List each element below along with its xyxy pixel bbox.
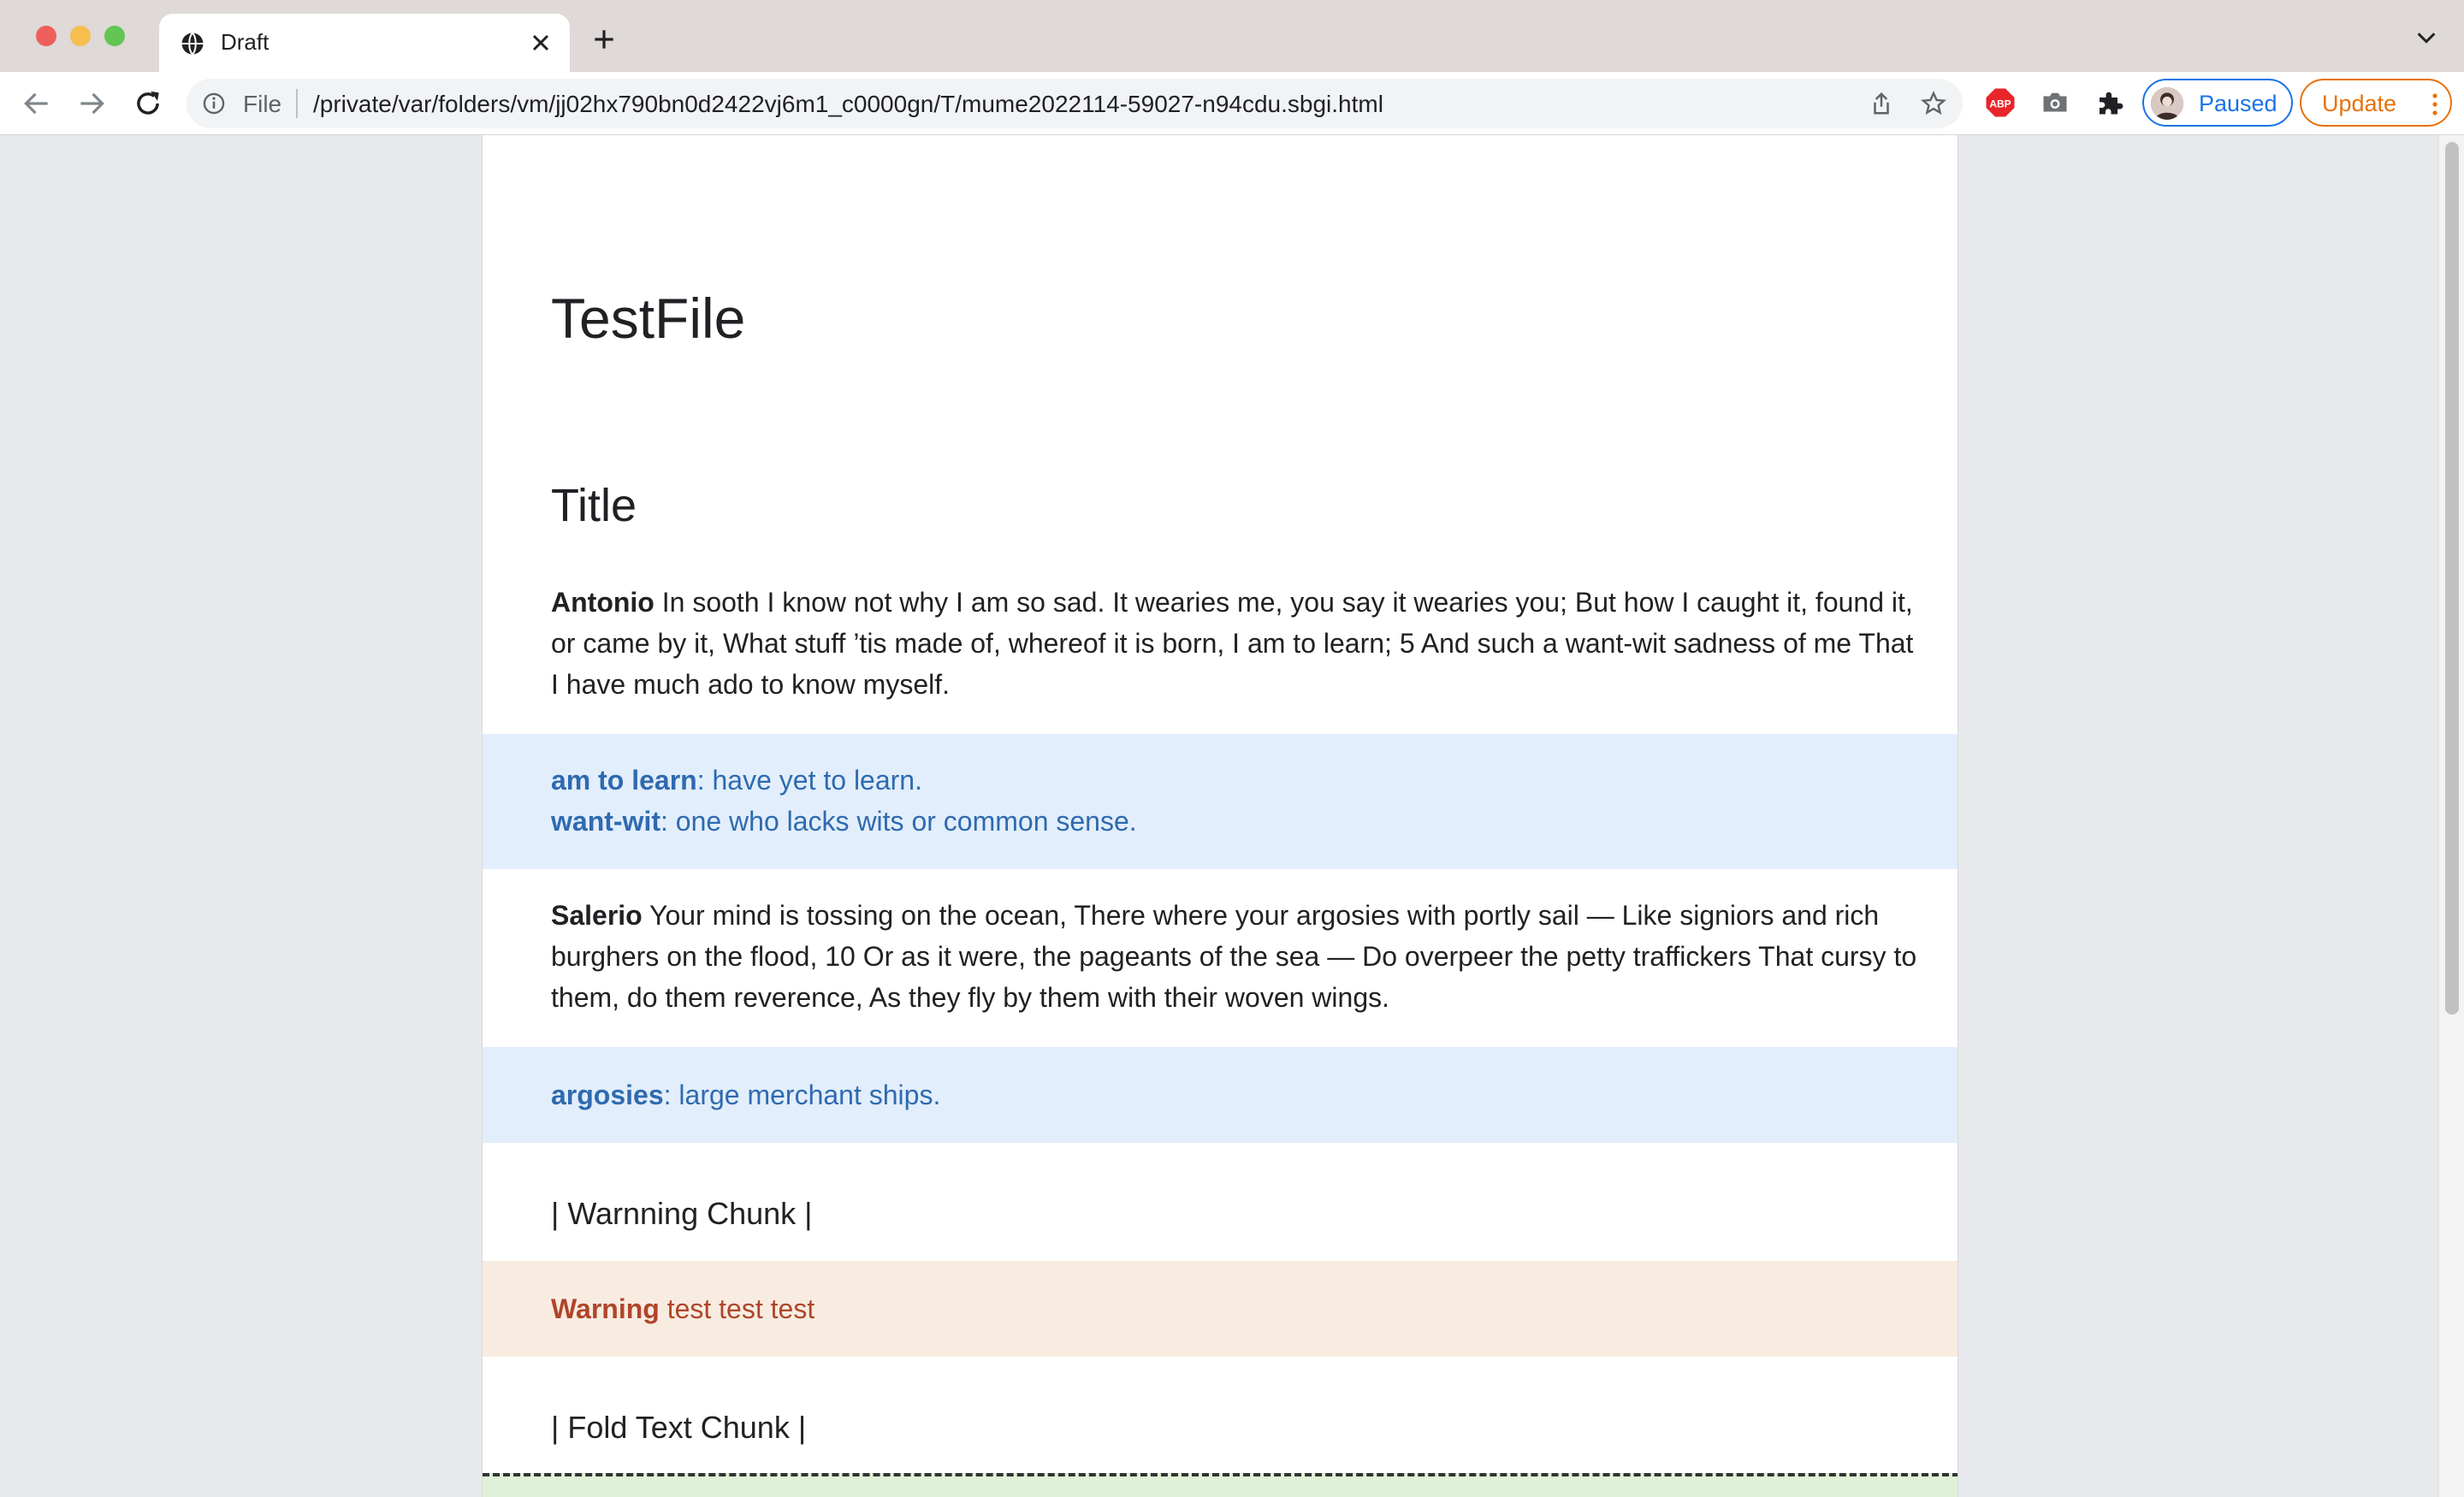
speaker-name: Antonio [551,587,654,618]
info-icon[interactable] [202,92,226,115]
profile-status-label: Paused [2199,91,2277,116]
warning-text: test test test [659,1293,815,1324]
tab-draft[interactable]: Draft [159,14,570,72]
paragraph-salerio: Salerio Your mind is tossing on the ocea… [551,895,1920,1018]
forward-arrow-icon[interactable] [75,87,108,120]
star-icon[interactable] [1920,90,1947,117]
gloss-definition: : one who lacks wits or common sense. [660,806,1137,837]
more-vert-icon[interactable] [2431,92,2438,116]
warning-block: Warning test test test [483,1261,1958,1357]
chevron-down-icon[interactable] [2414,29,2438,46]
close-icon[interactable] [527,29,554,56]
profile-button[interactable]: Paused [2142,79,2293,127]
gloss-term: argosies [551,1080,664,1110]
gloss-term: want-wit [551,806,660,837]
paragraph-text: Your mind is tossing on the ocean, There… [551,900,1917,1013]
paragraph-antonio: Antonio In sooth I know not why I am so … [551,582,1920,705]
tab-title: Draft [221,29,270,55]
zoom-window-button[interactable] [104,26,125,46]
minimize-window-button[interactable] [70,26,91,46]
page-title: TestFile [551,287,746,350]
gloss-line: argosies: large merchant ships. [551,1074,1891,1115]
speaker-name: Salerio [551,900,643,931]
share-icon[interactable] [1869,91,1894,116]
document-page: TestFile Title Antonio In sooth I know n… [482,135,1958,1497]
gloss-term: am to learn [551,765,697,796]
address-bar[interactable]: File /private/var/folders/vm/jj02hx790bn… [187,79,1963,128]
svg-text:ABP: ABP [1989,98,2011,109]
url-text[interactable]: /private/var/folders/vm/jj02hx790bn0d242… [313,91,1383,118]
scrollbar[interactable] [2438,135,2464,1497]
page-viewport: TestFile Title Antonio In sooth I know n… [0,135,2464,1497]
adblock-icon[interactable]: ABP [1985,87,2016,118]
separator [296,89,298,118]
update-button[interactable]: Update [2300,79,2452,127]
fold-chunk-heading: | Fold Text Chunk | [551,1410,807,1445]
gloss-line: am to learn: have yet to learn. [551,760,1891,801]
warning-label: Warning [551,1293,660,1324]
avatar [2151,87,2183,120]
scheme-label: File [243,91,282,117]
update-label: Update [2322,91,2397,116]
gloss-definition: : large merchant ships. [663,1080,941,1110]
gloss-definition: : have yet to learn. [696,765,922,796]
warning-chunk-heading: | Warnning Chunk | [551,1196,813,1231]
gloss-line: want-wit: one who lacks wits or common s… [551,801,1891,842]
gloss-note: am to learn: have yet to learn. want-wit… [483,734,1958,869]
back-arrow-icon[interactable] [21,87,53,120]
globe-icon [181,32,204,56]
new-tab-button[interactable] [590,26,618,53]
reload-icon[interactable] [132,87,164,120]
puzzle-icon[interactable] [2094,87,2125,118]
close-window-button[interactable] [36,26,56,46]
scrollbar-thumb[interactable] [2445,142,2459,1015]
tab-strip: Draft [0,0,2464,72]
gloss-note: argosies: large merchant ships. [483,1047,1958,1143]
camera-icon[interactable] [2040,87,2070,118]
paragraph-text: In sooth I know not why I am so sad. It … [551,587,1914,700]
fold-text-block[interactable] [483,1473,1958,1497]
section-heading: Title [551,480,637,531]
